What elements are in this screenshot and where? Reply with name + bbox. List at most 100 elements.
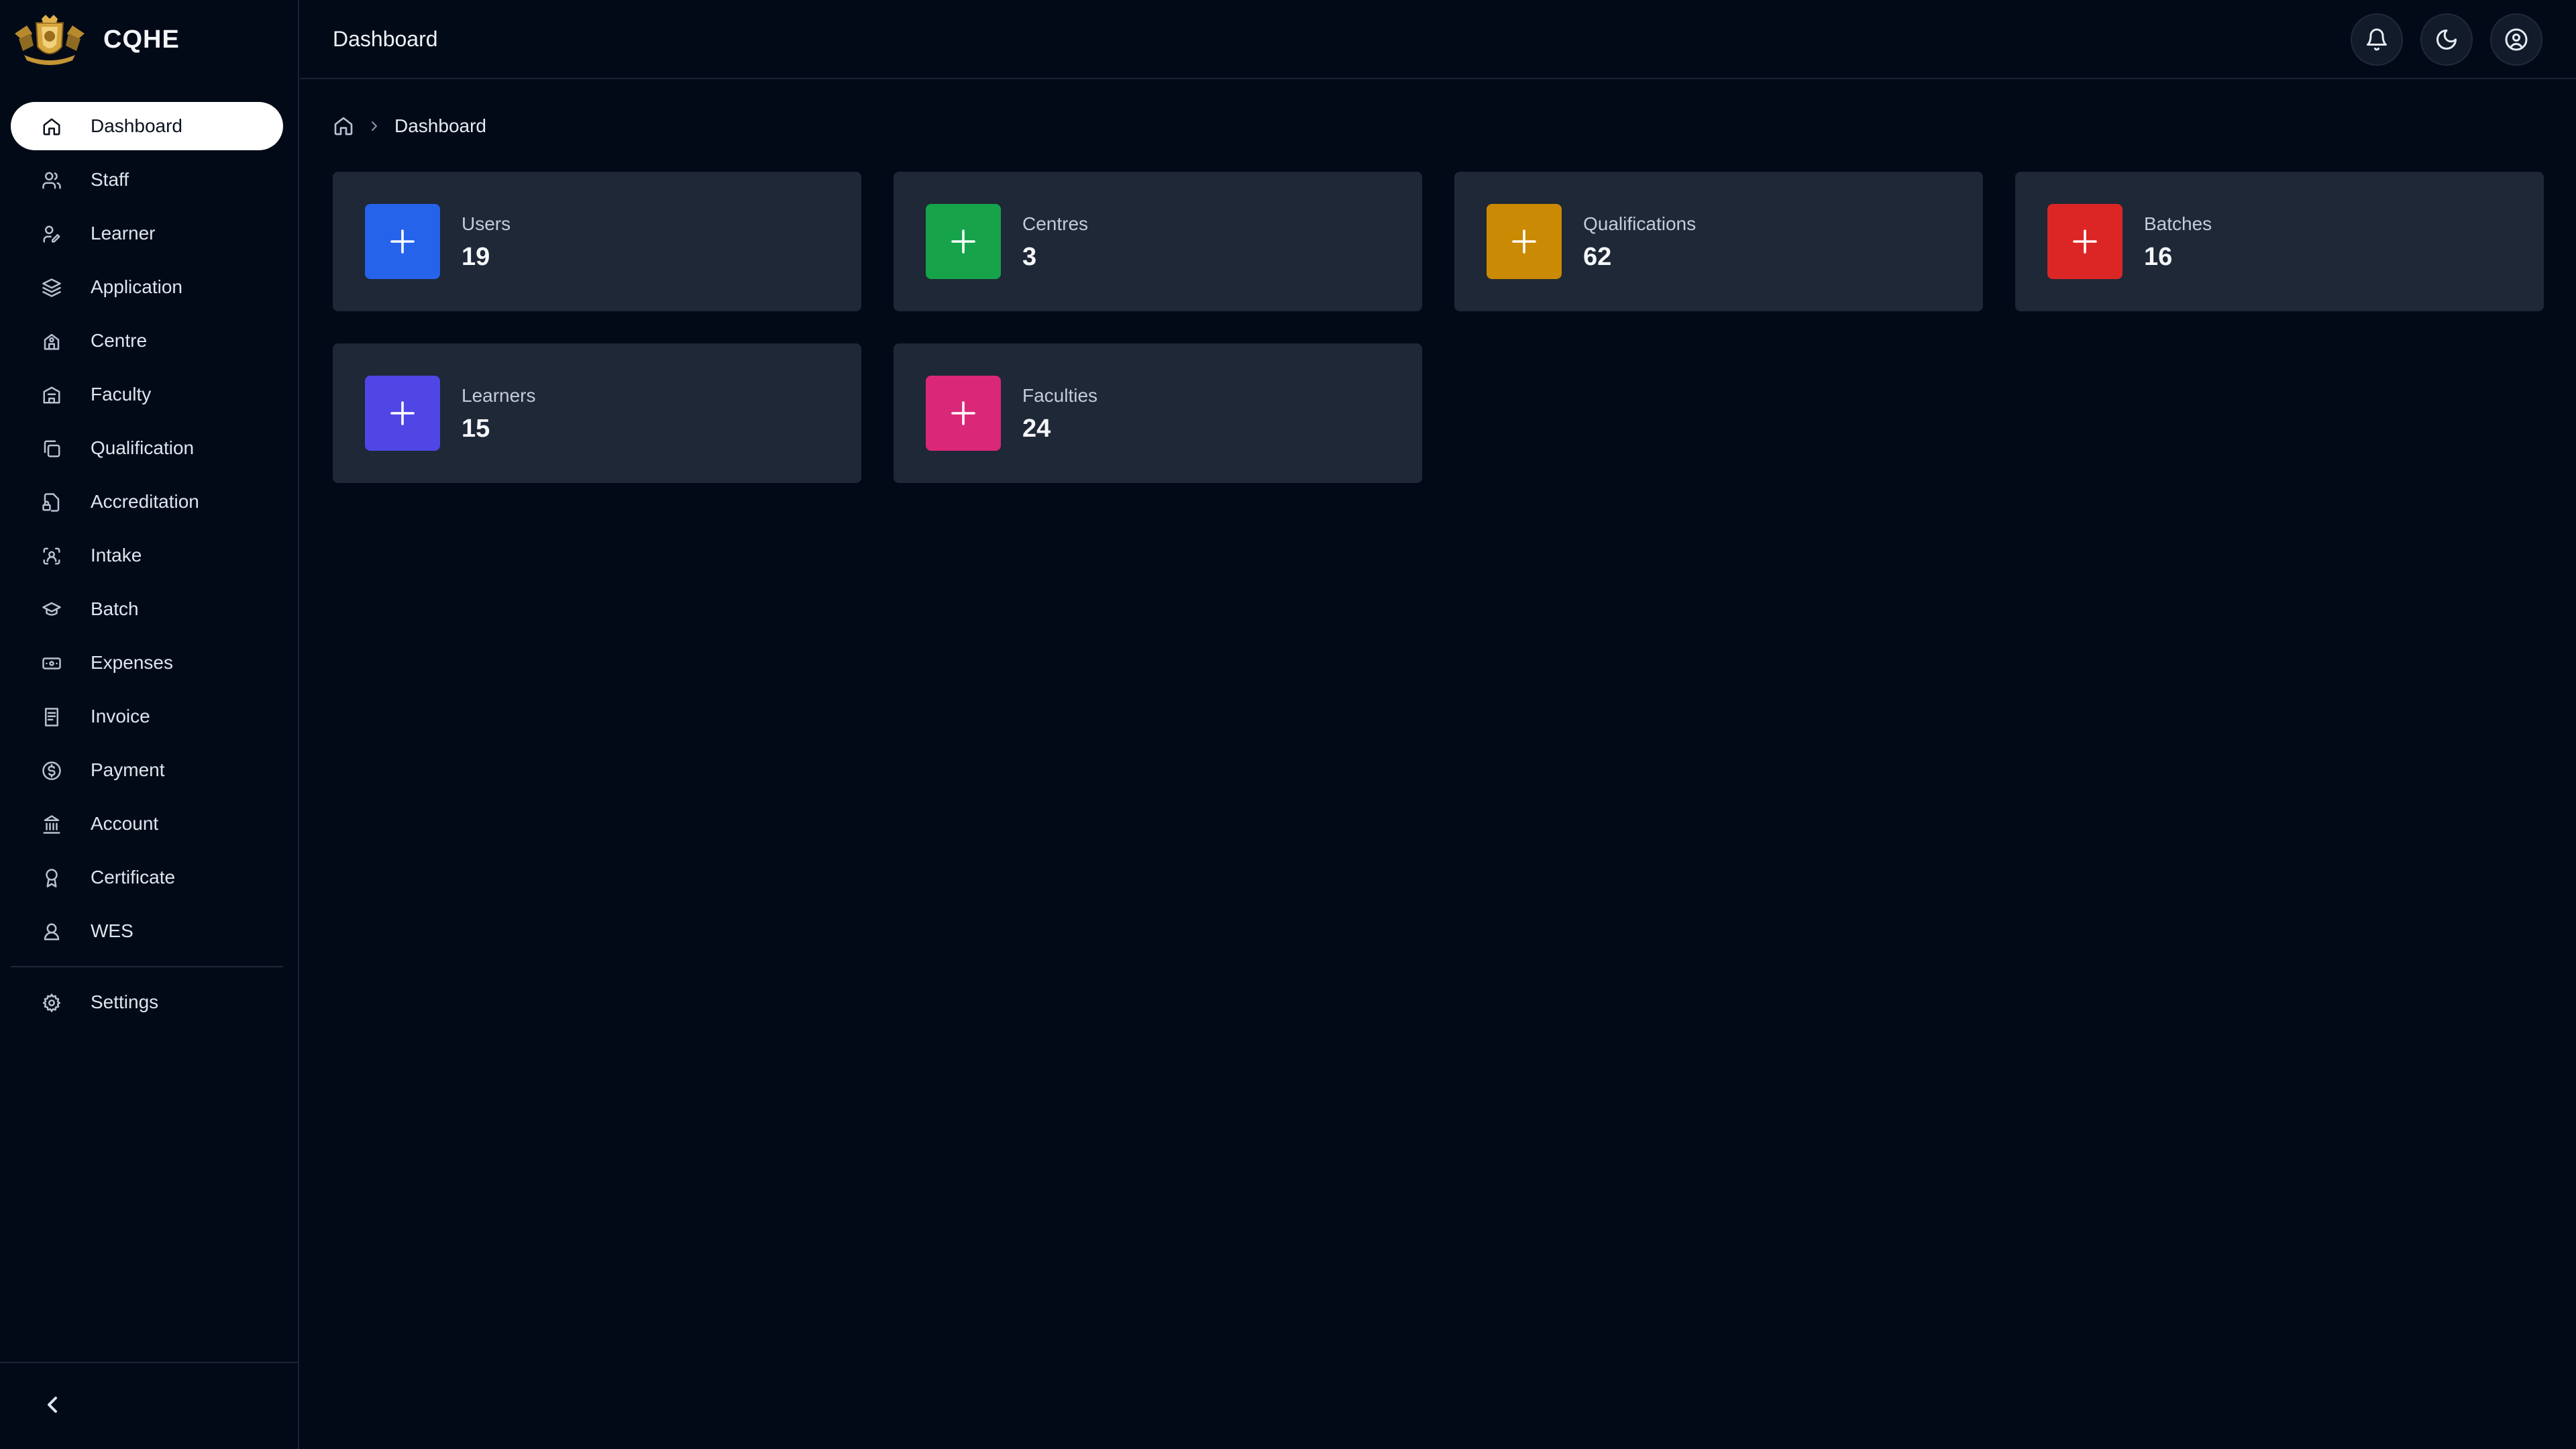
sidebar: CQHE Dashboard Staff Learner Application (0, 0, 299, 1449)
stat-value: 62 (1583, 243, 1612, 271)
sidebar-item-label: Certificate (91, 867, 176, 888)
sidebar-item-invoice[interactable]: Invoice (11, 692, 283, 741)
file-lock-icon (42, 493, 60, 512)
sidebar-item-label: Centre (91, 330, 148, 351)
stat-label: Users (462, 213, 511, 234)
theme-toggle-button[interactable] (2420, 13, 2473, 66)
plus-icon (2073, 229, 2097, 254)
sidebar-item-settings[interactable]: Settings (11, 978, 283, 1026)
stat-label: Qualifications (1583, 213, 1697, 234)
sidebar-item-label: Qualification (91, 437, 195, 458)
user-badge-icon (44, 923, 60, 941)
stat-icon-tile (365, 204, 440, 279)
sidebar-item-faculty[interactable]: Faculty (11, 370, 283, 419)
plus-icon (1512, 229, 1536, 254)
stat-card-users[interactable]: Users 19 (333, 172, 861, 311)
landmark-icon (43, 815, 60, 834)
stat-icon-tile (1487, 204, 1562, 279)
sidebar-item-label: Batch (91, 598, 139, 619)
stat-card-batches[interactable]: Batches 16 (2015, 172, 2544, 311)
stat-label: Faculties (1022, 385, 1098, 406)
sidebar-item-centre[interactable]: Centre (11, 317, 283, 365)
sidebar-item-application[interactable]: Application (11, 263, 283, 311)
home-icon[interactable] (333, 115, 354, 137)
sidebar-item-label: Staff (91, 169, 129, 190)
school-icon (44, 333, 60, 350)
stat-card-centres[interactable]: Centres 3 (894, 172, 1422, 311)
stat-icon-tile (2047, 204, 2123, 279)
breadcrumb-current: Dashboard (394, 115, 486, 136)
bell-icon (2367, 28, 2387, 51)
copy-icon (44, 440, 60, 458)
stat-label: Learners (462, 385, 536, 406)
app-root: CQHE Dashboard Staff Learner Application (0, 0, 2576, 1449)
sidebar-item-learner[interactable]: Learner (11, 209, 283, 258)
sidebar-item-payment[interactable]: Payment (11, 746, 283, 794)
stat-value: 3 (1022, 243, 1037, 271)
sidebar-item-accreditation[interactable]: Accreditation (11, 478, 283, 526)
user-menu-button[interactable] (2490, 13, 2542, 66)
stat-value: 24 (1022, 415, 1051, 443)
sidebar-item-label: Faculty (91, 384, 152, 405)
chevron-left-icon[interactable] (39, 1391, 66, 1418)
brand-name: CQHE (103, 25, 180, 54)
sidebar-item-intake[interactable]: Intake (11, 531, 283, 580)
stat-icon-tile (365, 376, 440, 451)
sidebar-item-dashboard[interactable]: Dashboard (11, 102, 283, 150)
award-icon (46, 869, 58, 888)
breadcrumb: Dashboard (333, 113, 486, 140)
sidebar-item-label: Learner (91, 223, 156, 244)
receipt-icon (45, 708, 58, 727)
stat-value: 19 (462, 243, 490, 271)
sidebar-item-account[interactable]: Account (11, 800, 283, 848)
sidebar-settings-group: Settings (11, 978, 283, 1032)
moon-icon (2436, 30, 2457, 50)
stat-label: Batches (2144, 213, 2212, 234)
sidebar-item-label: Invoice (91, 706, 150, 727)
sidebar-item-label: Application (91, 276, 182, 297)
crest-logo-icon (15, 15, 85, 65)
chevron-right-icon (372, 121, 377, 131)
scan-face-icon (43, 547, 60, 565)
sidebar-item-expenses[interactable]: Expenses (11, 639, 283, 687)
gear-icon (42, 994, 61, 1012)
stat-card-qualifications[interactable]: Qualifications 62 (1454, 172, 1983, 311)
sidebar-item-batch[interactable]: Batch (11, 585, 283, 633)
home-icon (43, 118, 60, 136)
sidebar-item-label: Accreditation (91, 491, 199, 512)
plus-icon (390, 229, 415, 254)
user-pen-icon (43, 225, 60, 243)
plus-icon (390, 401, 415, 425)
sidebar-item-label: Settings (91, 991, 159, 1012)
brand[interactable]: CQHE (0, 0, 299, 79)
layers-icon (42, 278, 61, 297)
plus-icon (951, 229, 975, 254)
stat-value: 15 (462, 415, 490, 443)
users-icon (42, 172, 61, 189)
sidebar-item-label: Account (91, 813, 159, 834)
stat-icon-tile (926, 204, 1001, 279)
stat-value: 16 (2144, 243, 2173, 271)
user-circle-icon (2505, 28, 2528, 51)
stat-label: Centres (1022, 213, 1089, 234)
sidebar-footer (0, 1362, 299, 1449)
sidebar-item-qualification[interactable]: Qualification (11, 424, 283, 472)
sidebar-item-staff[interactable]: Staff (11, 156, 283, 204)
sidebar-item-label: Expenses (91, 652, 173, 673)
stat-card-learners[interactable]: Learners 15 (333, 343, 861, 483)
page-title: Dashboard (333, 27, 438, 51)
stat-card-faculties[interactable]: Faculties 24 (894, 343, 1422, 483)
building-icon (43, 386, 60, 404)
plus-icon (951, 401, 975, 425)
sidebar-item-label: Dashboard (91, 115, 182, 136)
top-bar: Dashboard (301, 0, 2576, 79)
sidebar-nav: Dashboard Staff Learner Application Cent… (11, 102, 283, 961)
dollar-circle-icon (42, 761, 61, 780)
notifications-button[interactable] (2351, 13, 2403, 66)
stat-icon-tile (926, 376, 1001, 451)
sidebar-item-certificate[interactable]: Certificate (11, 853, 283, 902)
sidebar-divider (11, 966, 283, 967)
graduation-cap-icon (42, 602, 61, 616)
sidebar-item-label: WES (91, 920, 133, 941)
sidebar-item-wes[interactable]: WES (11, 907, 283, 955)
